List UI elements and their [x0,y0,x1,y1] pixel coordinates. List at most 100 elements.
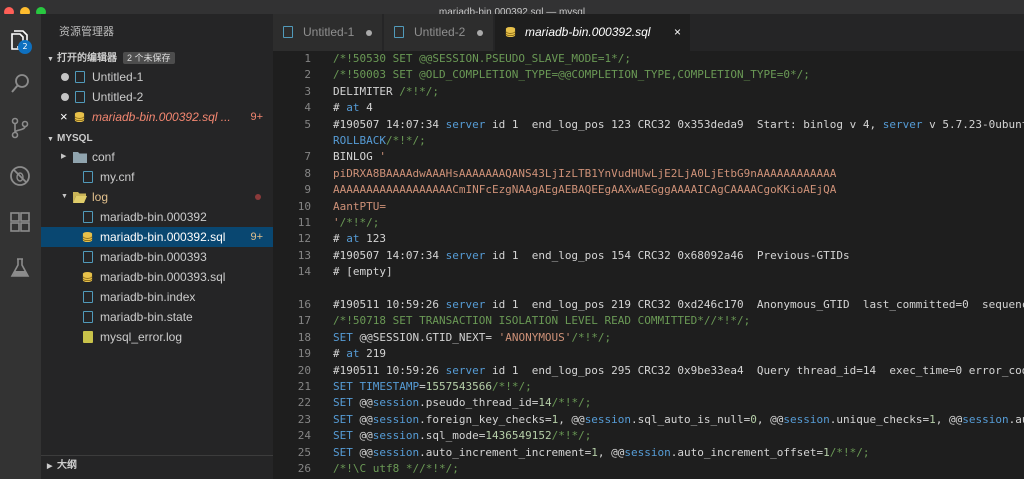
git-branch-icon [11,117,29,139]
open-editors-header[interactable]: ▼ 打开的编辑器 2 个未保存 [41,51,273,67]
code-line[interactable]: SET @@session.pseudo_thread_id=14/*!*/; [333,395,591,411]
code-line[interactable]: #190511 10:59:26 server id 1 end_log_pos… [333,363,1024,379]
open-editor-untitled-2[interactable]: Untitled-2 [41,87,273,107]
line-number: 8 [304,166,311,180]
unsaved-badge: 2 个未保存 [123,52,175,64]
code-line[interactable]: piDRXA8BAAAAdwAAAHsAAAAAAAQANS43LjIzLTB1… [333,166,836,182]
line-number: 13 [297,248,311,262]
line-number: 2 [304,68,311,82]
code-line[interactable]: SET TIMESTAMP=1557543566/*!*/; [333,379,532,395]
tree-item-mysql-error-log[interactable]: mysql_error.log [41,327,273,347]
tab-untitled-2[interactable]: Untitled-2 [384,14,494,51]
source-control-button[interactable] [6,114,34,142]
folder-open-icon [73,192,87,203]
line-number: 26 [297,462,311,475]
chevron-right-icon: ▶ [61,153,67,160]
tree-item-label: my.cnf [100,170,135,184]
code-line[interactable]: BINLOG ' [333,149,386,165]
tree-item-log[interactable]: ▼ log [41,187,273,207]
chevron-down-icon: ▼ [47,136,54,143]
code-line[interactable]: DELIMITER /*!*/; [333,84,439,100]
code-line[interactable]: # at 123 [333,231,386,247]
tree-item-mariadb-bin-index[interactable]: mariadb-bin.index [41,287,273,307]
line-number: 4 [304,101,311,115]
code-line[interactable]: # [empty] [333,264,393,280]
code-line[interactable]: # at 219 [333,346,386,362]
open-editors-label: 打开的编辑器 [57,53,117,64]
line-number: 12 [297,232,311,246]
modified-dot-icon [61,93,69,101]
code-line[interactable]: /*!50530 SET @@SESSION.PSEUDO_SLAVE_MODE… [333,51,631,67]
code-line[interactable]: /*!50003 SET @OLD_COMPLETION_TYPE=@@COMP… [333,67,810,83]
debug-button[interactable] [6,162,34,190]
code-line[interactable]: SET @@session.auto_increment_increment=1… [333,445,869,461]
line-number: 19 [297,347,311,361]
line-number: 24 [297,429,311,443]
search-icon [11,74,29,93]
outline-label: 大纲 [57,460,77,471]
tab-untitled-1[interactable]: Untitled-1 [273,14,383,51]
line-number: 14 [297,265,311,279]
line-number: 23 [297,412,311,426]
code-line[interactable]: SET @@session.foreign_key_checks=1, @@se… [333,412,1024,428]
line-number: 9 [304,183,311,197]
database-icon [82,231,93,243]
line-number: 17 [297,314,311,328]
code-line[interactable]: AAAAAAAAAAAAAAAAAACmINFcEzgNAAgAEgAEBAQE… [333,182,836,198]
code-line[interactable]: SET @@SESSION.GTID_NEXT= 'ANONYMOUS'/*!*… [333,330,611,346]
extensions-button[interactable] [6,208,34,236]
tree-item-label: mariadb-bin.000393 [100,250,207,264]
file-icon [83,251,93,263]
code-line[interactable]: #190507 14:07:34 server id 1 end_log_pos… [333,248,850,264]
tab-mariadb-bin-000392-sql[interactable]: mariadb-bin.000392.sql × [495,14,691,51]
tree-item-mariadb-bin-000392-sql[interactable]: mariadb-bin.000392.sql 9+ [41,227,273,247]
line-number: 11 [297,216,311,229]
modified-dot-icon [61,73,69,81]
code-line[interactable]: #190507 14:07:34 server id 1 end_log_pos… [333,117,1024,133]
tree-item-mariadb-bin-state[interactable]: mariadb-bin.state [41,307,273,327]
open-editor-mariadb-sql[interactable]: × mariadb-bin.000392.sql ... 9+ [41,107,273,127]
tree-item-label: conf [92,150,115,164]
file-icon [83,311,93,323]
code-line[interactable]: ROLLBACK/*!*/; [333,133,426,149]
code-line[interactable]: #190511 10:59:26 server id 1 end_log_pos… [333,297,1024,313]
file-icon [83,171,93,183]
code-line[interactable]: '/*!*/; [333,215,379,231]
tree-item-label: mariadb-bin.000392 [100,210,207,224]
tree-item-mariadb-bin-000393[interactable]: mariadb-bin.000393 [41,247,273,267]
changes-dot-icon [255,194,261,200]
explorer-badge: 2 [18,40,32,54]
close-icon[interactable]: × [60,107,68,127]
file-icon [83,291,93,303]
code-line[interactable]: SET @@session.sql_mode=1436549152/*!*/; [333,428,591,444]
editor-tabs: Untitled-1 Untitled-2 mariadb-bin.000392… [273,14,1024,51]
title-bar: mariadb-bin.000392.sql — mysql [0,0,1024,18]
open-editor-untitled-1[interactable]: Untitled-1 [41,67,273,87]
tree-item-my-cnf[interactable]: my.cnf [41,167,273,187]
tree-item-mariadb-bin-000392[interactable]: mariadb-bin.000392 [41,207,273,227]
modified-dot-icon[interactable] [366,30,372,36]
problem-count: 9+ [250,231,263,243]
database-icon [505,26,516,38]
close-tab-icon[interactable]: × [674,14,681,51]
workspace-header[interactable]: ▼ MYSQL [41,131,273,147]
tree-item-conf[interactable]: ▶ conf [41,147,273,167]
code-editor[interactable]: 1 /*!50530 SET @@SESSION.PSEUDO_SLAVE_MOD… [273,51,1024,479]
open-editor-label: Untitled-2 [92,90,144,104]
no-bug-icon [10,166,30,186]
explorer-sidebar: 资源管理器 ▼ 打开的编辑器 2 个未保存 Untitled-1 Untitled-… [41,14,273,479]
sidebar-title: 资源管理器 [59,26,114,38]
log-icon [83,331,93,343]
code-line[interactable]: AantPTU= [333,199,386,215]
file-icon [394,26,404,38]
test-button[interactable] [6,254,34,282]
file-icon [75,71,85,83]
search-button[interactable] [6,70,34,98]
tree-item-mariadb-bin-000393-sql[interactable]: mariadb-bin.000393.sql [41,267,273,287]
outline-header[interactable]: ▶ 大纲 [41,455,273,475]
modified-dot-icon[interactable] [477,30,483,36]
chevron-right-icon: ▶ [47,463,53,470]
code-line[interactable]: /*!\C utf8 *//*!*/; [333,461,459,477]
code-line[interactable]: /*!50718 SET TRANSACTION ISOLATION LEVEL… [333,313,750,329]
code-line[interactable]: # at 4 [333,100,373,116]
